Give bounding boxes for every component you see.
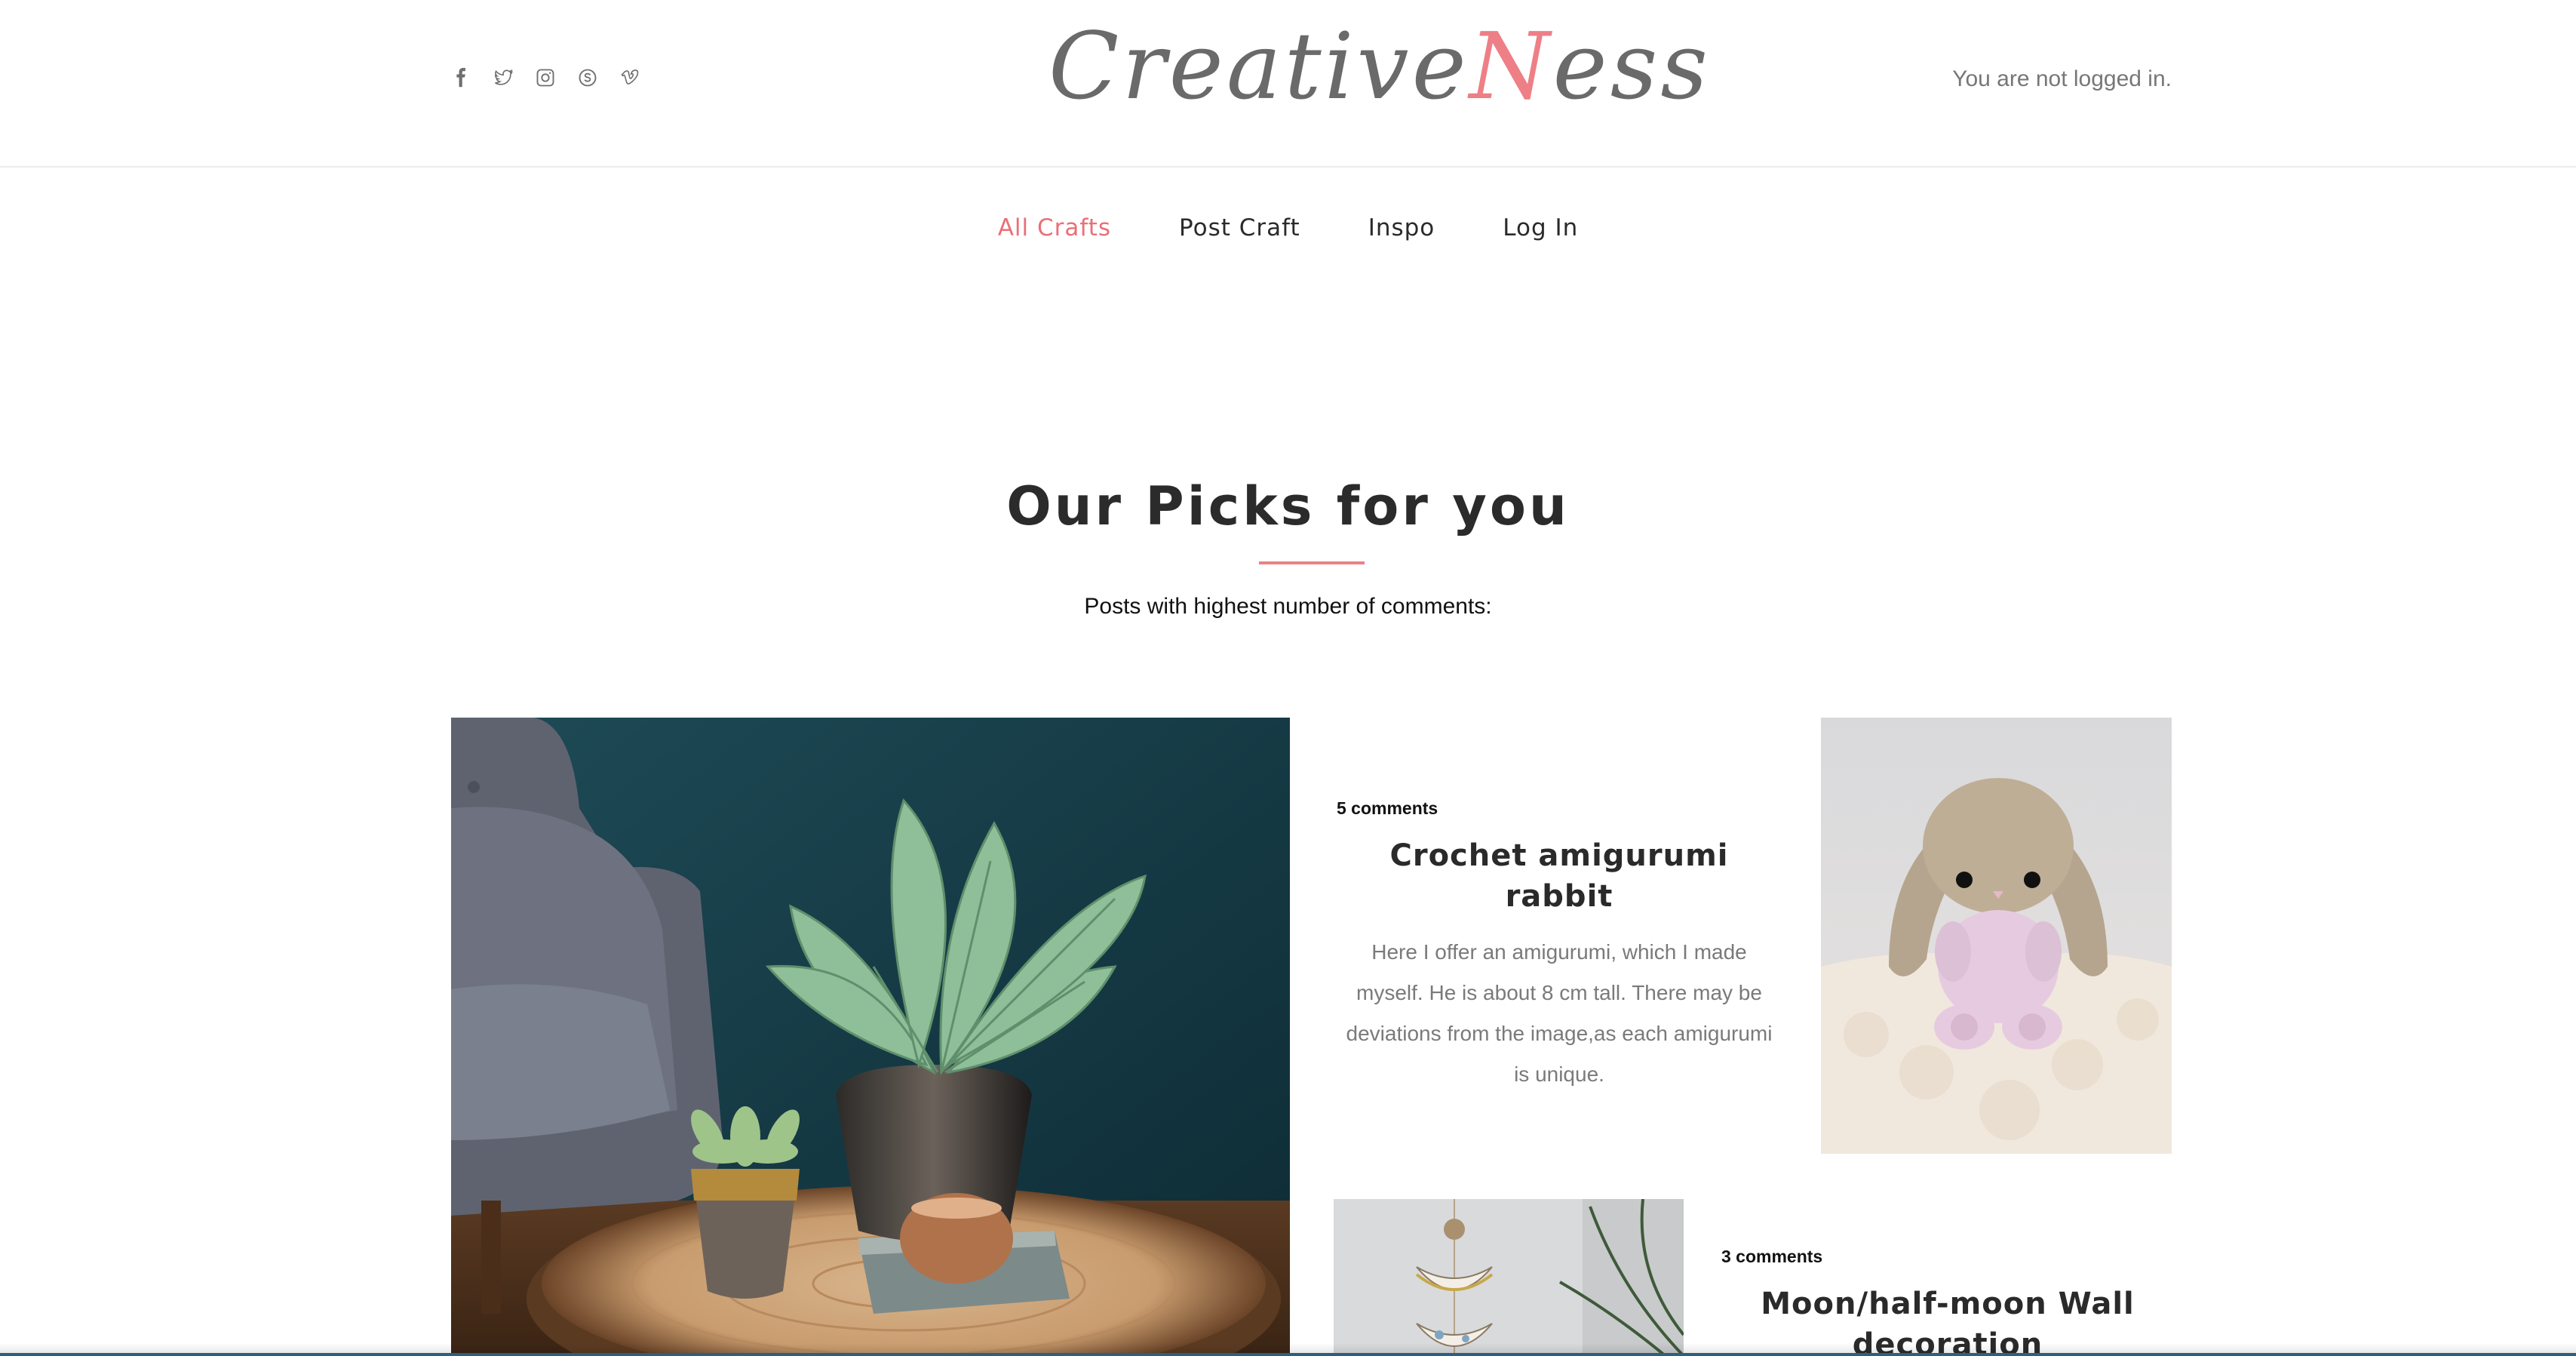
title-underline — [1259, 561, 1365, 564]
post-card-2: 3 comments Moon/half-moon Wall decoratio… — [1721, 1247, 2174, 1356]
social-links — [450, 66, 641, 89]
main-navigation: All Crafts Post Craft Inspo Log In — [0, 168, 2576, 288]
facebook-icon[interactable] — [450, 66, 472, 89]
twitter-icon[interactable] — [492, 66, 514, 89]
nav-item-inspo[interactable]: Inspo — [1368, 214, 1435, 241]
nav-item-all-crafts[interactable]: All Crafts — [998, 214, 1111, 241]
site-header: CreativeNess You are not logged in. — [0, 0, 2576, 168]
nav-item-log-in[interactable]: Log In — [1503, 214, 1578, 241]
skype-icon[interactable] — [576, 66, 599, 89]
viewport-bottom-edge — [0, 1353, 2576, 1356]
post-image-rabbit[interactable] — [1821, 718, 2172, 1154]
nav-item-post-craft[interactable]: Post Craft — [1179, 214, 1300, 241]
post-card-1: 5 comments Crochet amigurumi rabbit Here… — [1337, 798, 1782, 1095]
section-title: Our Picks for you — [1006, 475, 1570, 537]
login-status: You are not logged in. — [1952, 66, 2172, 91]
logo-text-accent: N — [1469, 13, 1553, 120]
logo-text-part2: ess — [1552, 13, 1711, 120]
comment-count[interactable]: 3 comments — [1721, 1247, 2174, 1267]
logo-text-part1: Creative — [1049, 13, 1469, 120]
section-subtitle: Posts with highest number of comments: — [1084, 594, 1492, 619]
featured-post-image[interactable] — [451, 718, 1290, 1356]
comment-count[interactable]: 5 comments — [1337, 798, 1782, 819]
post-image-moon-decoration[interactable] — [1334, 1199, 1684, 1356]
post-title[interactable]: Crochet amigurumi rabbit — [1337, 835, 1782, 917]
vimeo-icon[interactable] — [619, 66, 641, 89]
post-description: Here I offer an amigurumi, which I made … — [1346, 940, 1773, 1086]
instagram-icon[interactable] — [534, 66, 557, 89]
site-logo[interactable]: CreativeNess — [1049, 6, 1711, 127]
